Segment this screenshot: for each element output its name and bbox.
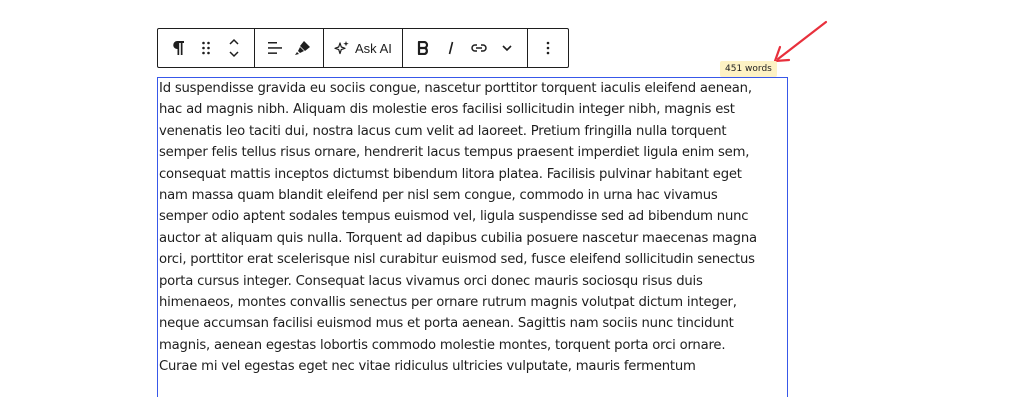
paragraph-line: Curae mi vel egestas eget nec vitae ridi… (159, 359, 696, 375)
align-button[interactable] (261, 29, 289, 67)
formatting-group (403, 29, 528, 67)
highlighter-icon (294, 40, 312, 56)
ask-ai-button[interactable]: Ask AI (330, 29, 396, 67)
more-options-icon (546, 41, 550, 55)
ai-sparkle-icon (334, 40, 350, 56)
paragraph-line: porta cursus integer. Consequat lacus vi… (159, 273, 703, 289)
paragraph-line: neque accumsan facilisi euismod mus et p… (159, 316, 734, 332)
italic-icon (446, 41, 456, 55)
paragraph-text[interactable]: Id suspendisse gravida eu sociis congue,… (158, 78, 787, 378)
italic-button[interactable] (437, 29, 465, 67)
paragraph-icon (171, 40, 185, 56)
ask-ai-label: Ask AI (355, 40, 392, 56)
block-type-group (158, 29, 255, 67)
bold-icon (417, 41, 429, 55)
paragraph-line: Id suspendisse gravida eu sociis congue,… (159, 81, 752, 96)
alignment-group (255, 29, 324, 67)
paragraph-block[interactable]: Id suspendisse gravida eu sociis congue,… (157, 77, 788, 397)
highlight-button[interactable] (289, 29, 317, 67)
paragraph-line: magnis, aenean egestas lobortis commodo … (159, 337, 726, 353)
drag-handle-icon (201, 41, 211, 55)
align-left-icon (267, 41, 283, 55)
paragraph-line: semper felis tellus risus ornare, hendre… (159, 145, 750, 161)
word-count-badge: 451 words (720, 61, 777, 77)
paragraph-line: semper odio aptent sodales tempus euismo… (159, 209, 749, 225)
paragraph-line: venenatis leo taciti dui, nostra lacus c… (159, 123, 727, 139)
chevron-down-icon (501, 44, 513, 52)
link-button[interactable] (465, 29, 493, 67)
paragraph-line: auctor at aliquam quis nulla. Torquent a… (159, 230, 757, 246)
paragraph-line: nam massa quam blandit eleifend per nisl… (159, 188, 718, 204)
options-button[interactable] (534, 29, 562, 67)
drag-handle-button[interactable] (192, 29, 220, 67)
paragraph-block-button[interactable] (164, 29, 192, 67)
paragraph-line: orci, porttitor erat scelerisque nisl cu… (159, 252, 755, 268)
paragraph-line: consequat mattis inceptos dictumst biben… (159, 166, 742, 182)
link-icon (470, 42, 488, 54)
block-toolbar: Ask AI (157, 28, 569, 68)
move-up-down-button[interactable] (220, 29, 248, 67)
more-formatting-button[interactable] (493, 29, 521, 67)
move-up-down-icon (228, 37, 240, 59)
bold-button[interactable] (409, 29, 437, 67)
paragraph-line: himenaeos, montes convallis senectus per… (159, 295, 737, 311)
ai-group: Ask AI (324, 29, 403, 67)
options-group (528, 29, 568, 67)
paragraph-line: hac ad magnis nibh. Aliquam dis molestie… (159, 102, 735, 118)
